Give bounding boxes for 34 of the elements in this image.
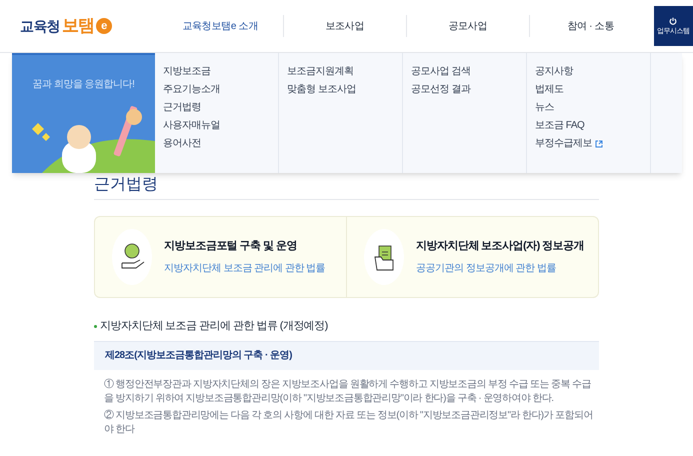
menu-link[interactable]: 법제도 xyxy=(535,83,650,96)
law-link[interactable]: 공공기관의 정보공개에 관한 법률 xyxy=(416,260,584,276)
menu-link[interactable]: 보조금지원계획 xyxy=(287,65,402,78)
power-icon xyxy=(669,16,678,24)
menu-link[interactable]: 사용자매뉴얼 xyxy=(163,119,278,132)
menu-link[interactable]: 근거법령 xyxy=(163,101,278,114)
menu-link[interactable]: 주요기능소개 xyxy=(163,83,278,96)
folder-document-icon xyxy=(364,229,404,285)
section-heading: 지방자치단체 보조금 관리에 관한 법류 (개정예정) xyxy=(100,319,328,334)
nav-tab[interactable]: 보조사업 xyxy=(282,15,406,37)
card-title: 지방자치단체 보조사업(자) 정보공개 xyxy=(416,239,584,254)
nav-tab[interactable]: 참여 · 소통 xyxy=(528,15,652,37)
menu-link[interactable]: 공모선정 결과 xyxy=(411,83,526,96)
coin-hand-icon xyxy=(112,229,152,285)
article-paragraph: ② 지방보조금통합관리망에는 다음 각 호의 사항에 대한 자료 또는 정보(이하 "지방보조금관리정보"라 한다)가 포함되어야 한다 xyxy=(104,408,594,436)
page-title: 근거법령 xyxy=(94,175,599,200)
article-title: 제28조(지방보조금통합관리망의 구축 · 운영) xyxy=(94,340,599,370)
menu-link[interactable]: 용어사전 xyxy=(163,137,278,150)
menu-link[interactable]: 부정수급제보 xyxy=(535,137,650,150)
menu-link[interactable]: 뉴스 xyxy=(535,101,650,114)
menu-link[interactable]: 맞춤형 보조사업 xyxy=(287,83,402,96)
menu-link[interactable]: 보조금 FAQ xyxy=(535,119,650,132)
nav-tab[interactable]: 공모사업 xyxy=(406,15,529,37)
article-paragraph: ① 행정안전부장관과 지방자치단체의 장은 지방보조사업을 원활하게 수행하고 지방보조금의 부정 수급 또는 중복 수급을 방지하기 위하여 지방보조금통합관리망(이하 "지방보조금통합관리망"이라 한다)을 구축 · 운영하여야 한다. xyxy=(104,378,592,406)
menu-link[interactable]: 지방보조금 xyxy=(163,65,278,78)
external-link-icon xyxy=(595,140,603,148)
nav-tab[interactable]: 교육청보탬e 소개 xyxy=(158,15,283,37)
bullet-icon xyxy=(94,324,97,328)
banner-text: 꿈과 희망을 응원합니다! xyxy=(32,78,136,92)
card-title: 지방보조금포털 구축 및 운영 xyxy=(164,239,298,254)
site-logo[interactable]: 교육청 보탬 e xyxy=(20,13,158,39)
menu-link[interactable]: 공모사업 검색 xyxy=(411,65,526,78)
law-link[interactable]: 지방자치단체 보조금 관리에 관한 법률 xyxy=(164,260,326,276)
menu-link[interactable]: 공지사항 xyxy=(535,65,650,78)
